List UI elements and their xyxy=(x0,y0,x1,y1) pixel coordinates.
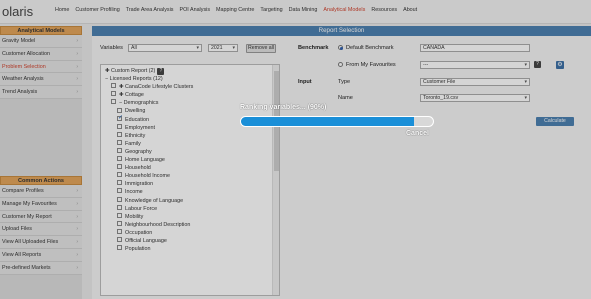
progress-bar xyxy=(240,116,434,127)
progress-fill xyxy=(241,117,414,126)
progress-message: Ranking variables... (90%) xyxy=(240,104,327,111)
cancel-button[interactable]: Cancel xyxy=(406,130,429,137)
progress-overlay: Ranking variables... (90%) Cancel xyxy=(0,0,591,299)
